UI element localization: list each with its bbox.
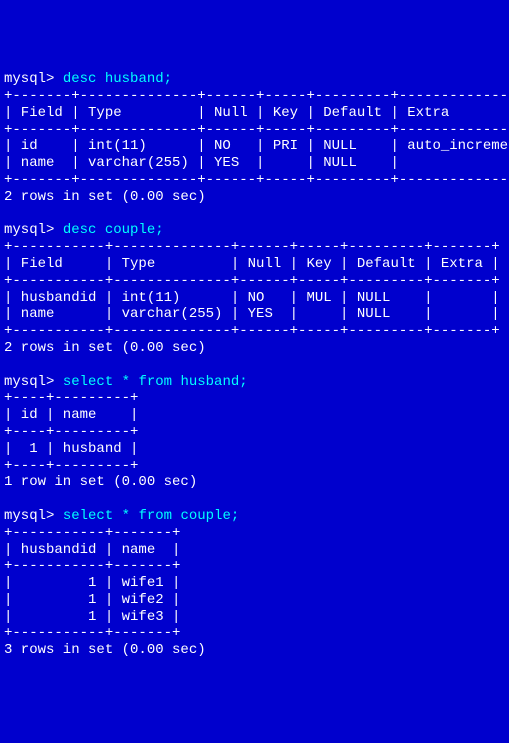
prompt: mysql> [4,71,54,87]
output-line: | Field | Type | Null | Key | Default | … [4,105,505,122]
output-line: +----+---------+ [4,390,505,407]
command-line[interactable]: mysql> select * from husband; [4,374,505,391]
output-line: | 1 | wife1 | [4,575,505,592]
output-line: 3 rows in set (0.00 sec) [4,642,505,659]
output-line: +----+---------+ [4,424,505,441]
output-line: +-----------+-------+ [4,558,505,575]
prompt: mysql> [4,222,54,238]
sql-command: desc husband; [63,71,172,87]
terminal-output: mysql> desc husband;+-------+-----------… [4,71,505,659]
sql-command: desc couple; [63,222,164,238]
output-line: +-------+--------------+------+-----+---… [4,172,505,189]
output-line: | Field | Type | Null | Key | Default | … [4,256,505,273]
sql-command: select * from couple; [63,508,239,524]
output-line: | 1 | wife3 | [4,609,505,626]
output-line [4,206,505,223]
command-line[interactable]: mysql> select * from couple; [4,508,505,525]
output-line: +-------+--------------+------+-----+---… [4,88,505,105]
output-line: +-------+--------------+------+-----+---… [4,122,505,139]
output-line: | husbandid | int(11) | NO | MUL | NULL … [4,290,505,307]
output-line: | id | name | [4,407,505,424]
output-line: 1 row in set (0.00 sec) [4,474,505,491]
output-line [4,491,505,508]
prompt: mysql> [4,508,54,524]
output-line: +----+---------+ [4,458,505,475]
output-line: +-----------+-------+ [4,625,505,642]
output-line: +-----------+--------------+------+-----… [4,273,505,290]
output-line: 2 rows in set (0.00 sec) [4,340,505,357]
output-line: | name | varchar(255) | YES | | NULL | | [4,155,505,172]
prompt: mysql> [4,374,54,390]
output-line: | id | int(11) | NO | PRI | NULL | auto_… [4,138,505,155]
output-line: | husbandid | name | [4,542,505,559]
output-line [4,357,505,374]
output-line: | 1 | wife2 | [4,592,505,609]
output-line: +-----------+--------------+------+-----… [4,239,505,256]
output-line: | name | varchar(255) | YES | | NULL | | [4,306,505,323]
output-line: +-----------+-------+ [4,525,505,542]
output-line: 2 rows in set (0.00 sec) [4,189,505,206]
command-line[interactable]: mysql> desc husband; [4,71,505,88]
output-line: | 1 | husband | [4,441,505,458]
output-line: +-----------+--------------+------+-----… [4,323,505,340]
command-line[interactable]: mysql> desc couple; [4,222,505,239]
sql-command: select * from husband; [63,374,248,390]
